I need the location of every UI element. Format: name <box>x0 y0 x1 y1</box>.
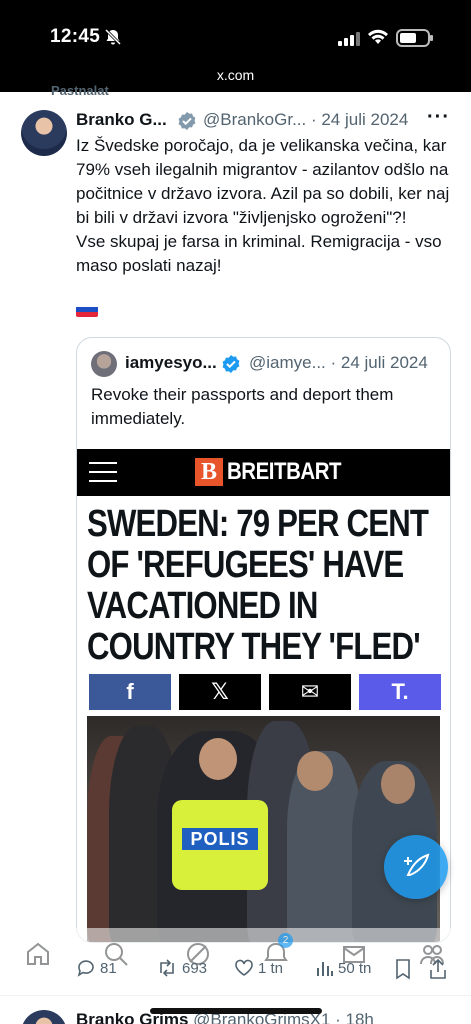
repost-count: 693 <box>182 959 208 977</box>
facebook-icon: f <box>89 674 171 710</box>
author-name[interactable]: Branko G... <box>76 110 167 130</box>
repost-icon <box>160 959 174 977</box>
signal-icon <box>338 30 360 46</box>
logo-letter: B <box>195 458 223 486</box>
avatar[interactable] <box>21 1010 67 1024</box>
slovenia-flag-icon <box>76 302 98 317</box>
avatar[interactable] <box>21 110 67 156</box>
news-photo: POLIS <box>87 716 440 942</box>
share-buttons: f 𝕏 ✉ T. <box>89 674 441 710</box>
share-icon[interactable] <box>428 958 448 980</box>
quote-author-name[interactable]: iamyesyo... <box>125 353 217 373</box>
reply-icon <box>77 960 94 977</box>
police-vest: POLIS <box>172 800 268 890</box>
pinned-label: Pastnalat <box>51 83 109 98</box>
heart-icon <box>235 959 253 976</box>
more-options-icon[interactable]: ··· <box>427 106 450 129</box>
menu-icon <box>89 462 117 482</box>
wifi-icon <box>368 29 388 44</box>
compose-icon <box>404 853 430 876</box>
repost-button[interactable]: 693 <box>156 958 207 978</box>
compose-button[interactable] <box>384 835 448 899</box>
reply-button[interactable]: 81 <box>76 958 117 978</box>
article-headline: SWEDEN: 79 PER CENT OF 'REFUGEES' HAVE V… <box>87 503 429 668</box>
address-url[interactable]: x.com <box>0 67 471 83</box>
views-button[interactable]: 50 tn <box>316 958 371 978</box>
silent-bell-icon <box>104 28 122 46</box>
like-button[interactable]: 1 tn <box>234 958 283 978</box>
reply-count: 81 <box>100 959 117 977</box>
views-icon <box>317 962 333 976</box>
bookmark-icon[interactable] <box>394 958 412 980</box>
home-indicator[interactable] <box>150 1008 322 1014</box>
verified-icon <box>222 355 240 373</box>
quote-text: Revoke their passports and deport them i… <box>91 385 394 428</box>
tweet-divider <box>0 995 471 996</box>
quote-author-handle[interactable]: @iamye... · 24 juli 2024 <box>249 353 428 373</box>
breitbart-header: B BREITBART <box>77 449 450 496</box>
police-label: POLIS <box>182 828 258 850</box>
logo-word: BREITBART <box>227 458 342 485</box>
tweet-text-line: Vse skupaj je farsa in kriminal. Remigra… <box>76 232 442 275</box>
status-bar: 12:45 x.com <box>0 0 471 92</box>
tweet-text-line: Iz Švedske poročajo, da je velikanska ve… <box>76 136 450 227</box>
truth-social-icon: T. <box>359 674 441 710</box>
clock: 12:45 <box>50 26 101 47</box>
home-icon[interactable] <box>24 940 52 968</box>
like-count: 1 tn <box>258 959 284 977</box>
verified-icon <box>178 112 196 130</box>
mail-icon: ✉ <box>269 674 351 710</box>
view-count: 50 tn <box>338 959 372 977</box>
battery-icon <box>396 29 433 47</box>
notification-badge: 2 <box>278 933 293 948</box>
tweet-actions: 81 693 1 tn 50 tn <box>76 958 454 984</box>
x-icon: 𝕏 <box>179 674 261 710</box>
quote-avatar[interactable] <box>91 351 117 377</box>
breitbart-logo: B BREITBART <box>195 457 361 487</box>
tweet-header: Branko G... @BrankoGr... · 24 juli 2024 … <box>76 106 456 132</box>
tweet-text: Iz Švedske poročajo, da je velikanska ve… <box>76 134 454 278</box>
author-handle[interactable]: @BrankoGr... · 24 juli 2024 <box>203 110 408 130</box>
